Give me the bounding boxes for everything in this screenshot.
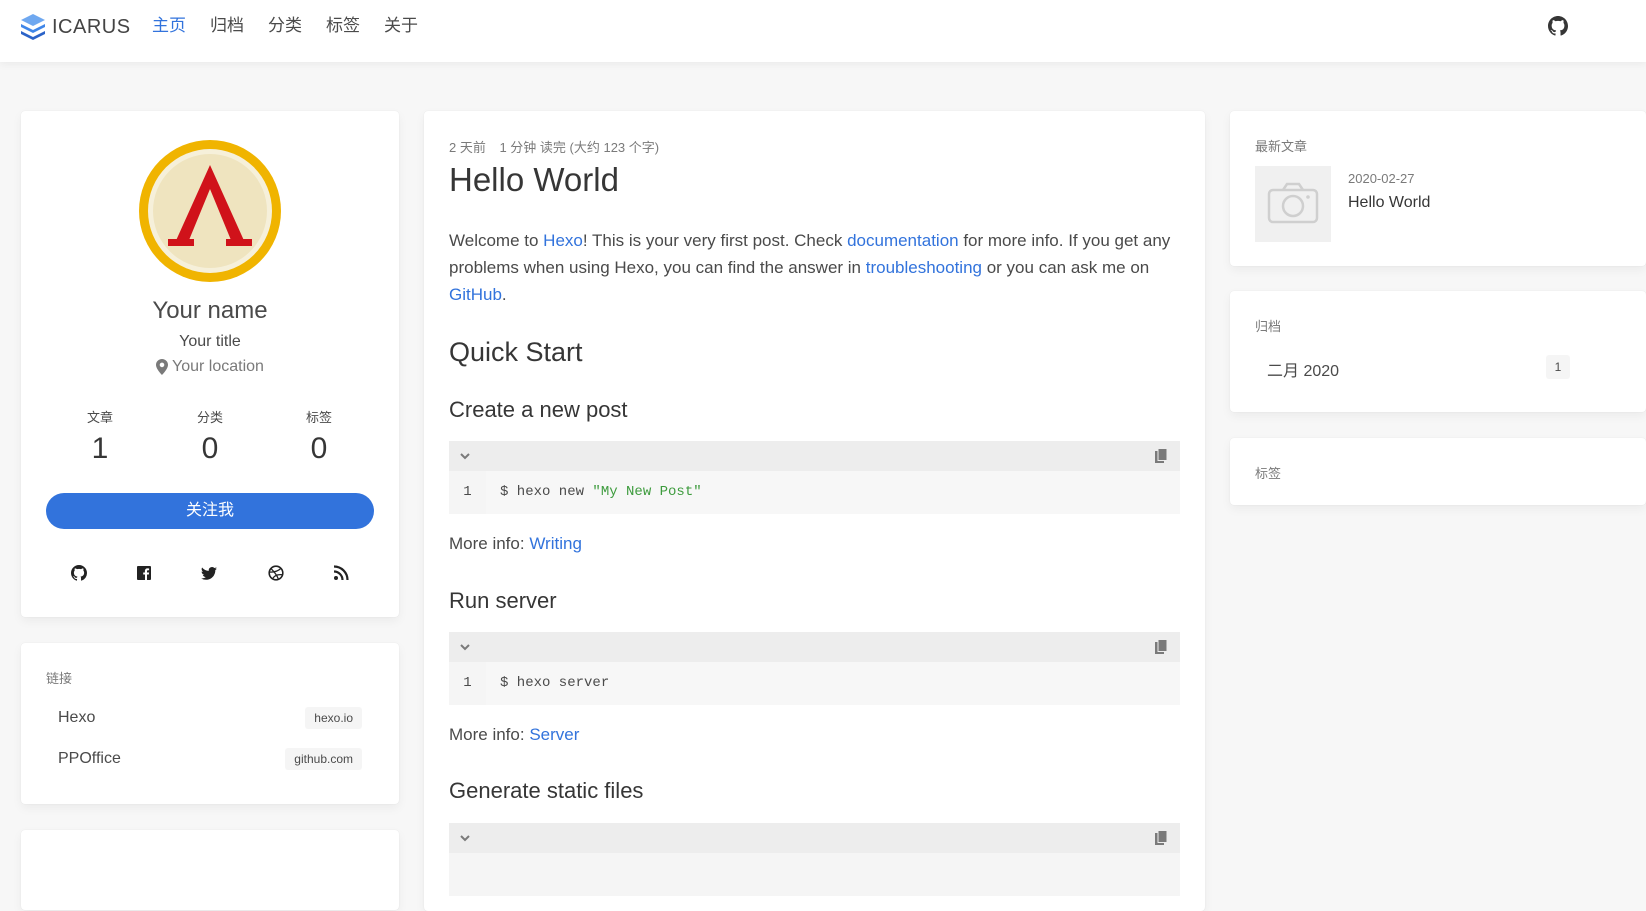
stat-value: 1 — [91, 432, 109, 465]
archives-card: 归档 二月 2020 1 — [1230, 291, 1646, 412]
code-block: 1 $ hexo new "My New Post" — [449, 441, 1180, 514]
article-card: 2 天前 1 分钟 读完 (大约 123 个字) Hello World Wel… — [424, 111, 1205, 911]
brand-logo[interactable]: ICARUS — [20, 11, 131, 43]
recent-posts-title: 最新文章 — [1255, 139, 1308, 154]
troubleshooting-link[interactable]: troubleshooting — [866, 258, 982, 277]
stat-value: 0 — [310, 432, 328, 465]
more-info: More info: Server — [449, 725, 579, 745]
code-command: $ hexo new — [500, 484, 593, 500]
stat-tags[interactable]: 标签 0 — [264, 407, 374, 466]
profile-location: Your location — [21, 358, 399, 376]
github-icon[interactable] — [1548, 16, 1568, 36]
stat-categories[interactable]: 分类 0 — [155, 407, 265, 466]
location-text: Your location — [172, 358, 264, 375]
archive-count-badge: 1 — [1546, 355, 1570, 379]
code-block-header — [449, 632, 1180, 662]
recent-post-date: 2020-02-27 — [1348, 171, 1415, 186]
layers-icon — [21, 14, 45, 40]
profile-title: Your title — [179, 333, 241, 350]
nav-item-categories[interactable]: 分类 — [268, 14, 302, 38]
heading-create-post: Create a new post — [449, 397, 628, 422]
code-block — [449, 823, 1180, 896]
nav-item-about[interactable]: 关于 — [384, 14, 418, 38]
follow-button[interactable]: 关注我 — [46, 493, 374, 529]
stat-label: 文章 — [86, 410, 113, 425]
line-number: 1 — [449, 662, 486, 705]
twitter-icon[interactable] — [199, 563, 219, 583]
profile-name: Your name — [152, 297, 268, 324]
documentation-link[interactable]: documentation — [847, 231, 959, 250]
links-card: 链接 Hexo hexo.io PPOffice github.com — [21, 643, 399, 804]
intro-text: . — [501, 285, 507, 304]
chevron-down-icon[interactable] — [458, 449, 472, 463]
recent-posts-card: 最新文章 2020-02-27 Hello World — [1230, 111, 1646, 266]
stat-value: 0 — [201, 432, 219, 465]
intro-text: ! This is your very first post. Check — [582, 231, 848, 250]
link-host-tag: hexo.io — [305, 707, 362, 729]
links-title: 链接 — [46, 671, 73, 686]
facebook-icon[interactable] — [134, 563, 154, 583]
nav-item-home[interactable]: 主页 — [152, 14, 186, 38]
more-info-label: More info: — [449, 534, 530, 553]
archives-title: 归档 — [1255, 319, 1282, 334]
heading-run-server: Run server — [449, 588, 557, 613]
copy-icon[interactable] — [1154, 830, 1168, 846]
writing-link[interactable]: Writing — [529, 534, 582, 553]
copy-icon[interactable] — [1154, 639, 1168, 655]
code-line: $ hexo new "My New Post" — [486, 471, 1180, 514]
article-read-time: 1 分钟 读完 (大约 123 个字) — [499, 140, 660, 155]
github-icon[interactable] — [69, 563, 89, 583]
more-info-label: More info: — [449, 725, 530, 744]
hexo-link[interactable]: Hexo — [543, 231, 583, 250]
article-title[interactable]: Hello World — [449, 161, 619, 199]
map-marker-icon — [156, 359, 169, 375]
nav-item-archives[interactable]: 归档 — [210, 14, 244, 38]
brand-name: ICARUS — [52, 15, 131, 38]
link-item[interactable]: Hexo hexo.io — [58, 704, 362, 732]
code-command: $ hexo server — [500, 675, 610, 691]
copy-icon[interactable] — [1154, 448, 1168, 464]
intro-text: or you can ask me on — [982, 258, 1150, 277]
line-number: 1 — [449, 471, 486, 514]
tags-title: 标签 — [1255, 466, 1282, 481]
code-string: "My New Post" — [592, 484, 702, 500]
more-info: More info: Writing — [449, 534, 582, 554]
server-link[interactable]: Server — [529, 725, 579, 744]
profile-card: Your name Your title Your location 文章 1 … — [21, 111, 399, 617]
link-name: PPOffice — [58, 750, 121, 767]
link-host-tag: github.com — [285, 748, 362, 770]
sidebar-card-partial — [21, 830, 399, 910]
stat-posts[interactable]: 文章 1 — [45, 407, 155, 466]
nav-item-tags[interactable]: 标签 — [326, 14, 360, 38]
heading-quick-start: Quick Start — [449, 337, 583, 367]
code-line: $ hexo server — [486, 662, 1180, 705]
avatar — [139, 140, 281, 282]
camera-icon — [1267, 182, 1319, 224]
chevron-down-icon[interactable] — [458, 831, 472, 845]
archive-item[interactable]: 二月 2020 — [1267, 357, 1339, 381]
nav-menu: 主页 归档 分类 标签 关于 — [152, 14, 442, 38]
stat-label: 分类 — [196, 410, 223, 425]
dribbble-icon[interactable] — [266, 563, 286, 583]
intro-text: Welcome to — [449, 231, 544, 250]
tags-card: 标签 — [1230, 438, 1646, 505]
link-item[interactable]: PPOffice github.com — [58, 745, 362, 773]
rss-icon[interactable] — [331, 563, 351, 583]
chevron-down-icon[interactable] — [458, 640, 472, 654]
article-meta: 2 天前 1 分钟 读完 (大约 123 个字) — [449, 137, 669, 156]
navbar: ICARUS 主页 归档 分类 标签 关于 — [0, 0, 1646, 62]
recent-post-title[interactable]: Hello World — [1348, 194, 1430, 212]
code-block-header — [449, 441, 1180, 471]
github-link[interactable]: GitHub — [449, 285, 502, 304]
post-thumbnail[interactable] — [1255, 166, 1331, 242]
article-intro: Welcome to Hexo! This is your very first… — [449, 227, 1184, 308]
article-date: 2 天前 — [449, 140, 486, 155]
heading-generate-static: Generate static files — [449, 778, 644, 803]
link-name: Hexo — [58, 709, 96, 726]
code-block-header — [449, 823, 1180, 853]
code-block: 1 $ hexo server — [449, 632, 1180, 705]
stat-label: 标签 — [305, 410, 332, 425]
